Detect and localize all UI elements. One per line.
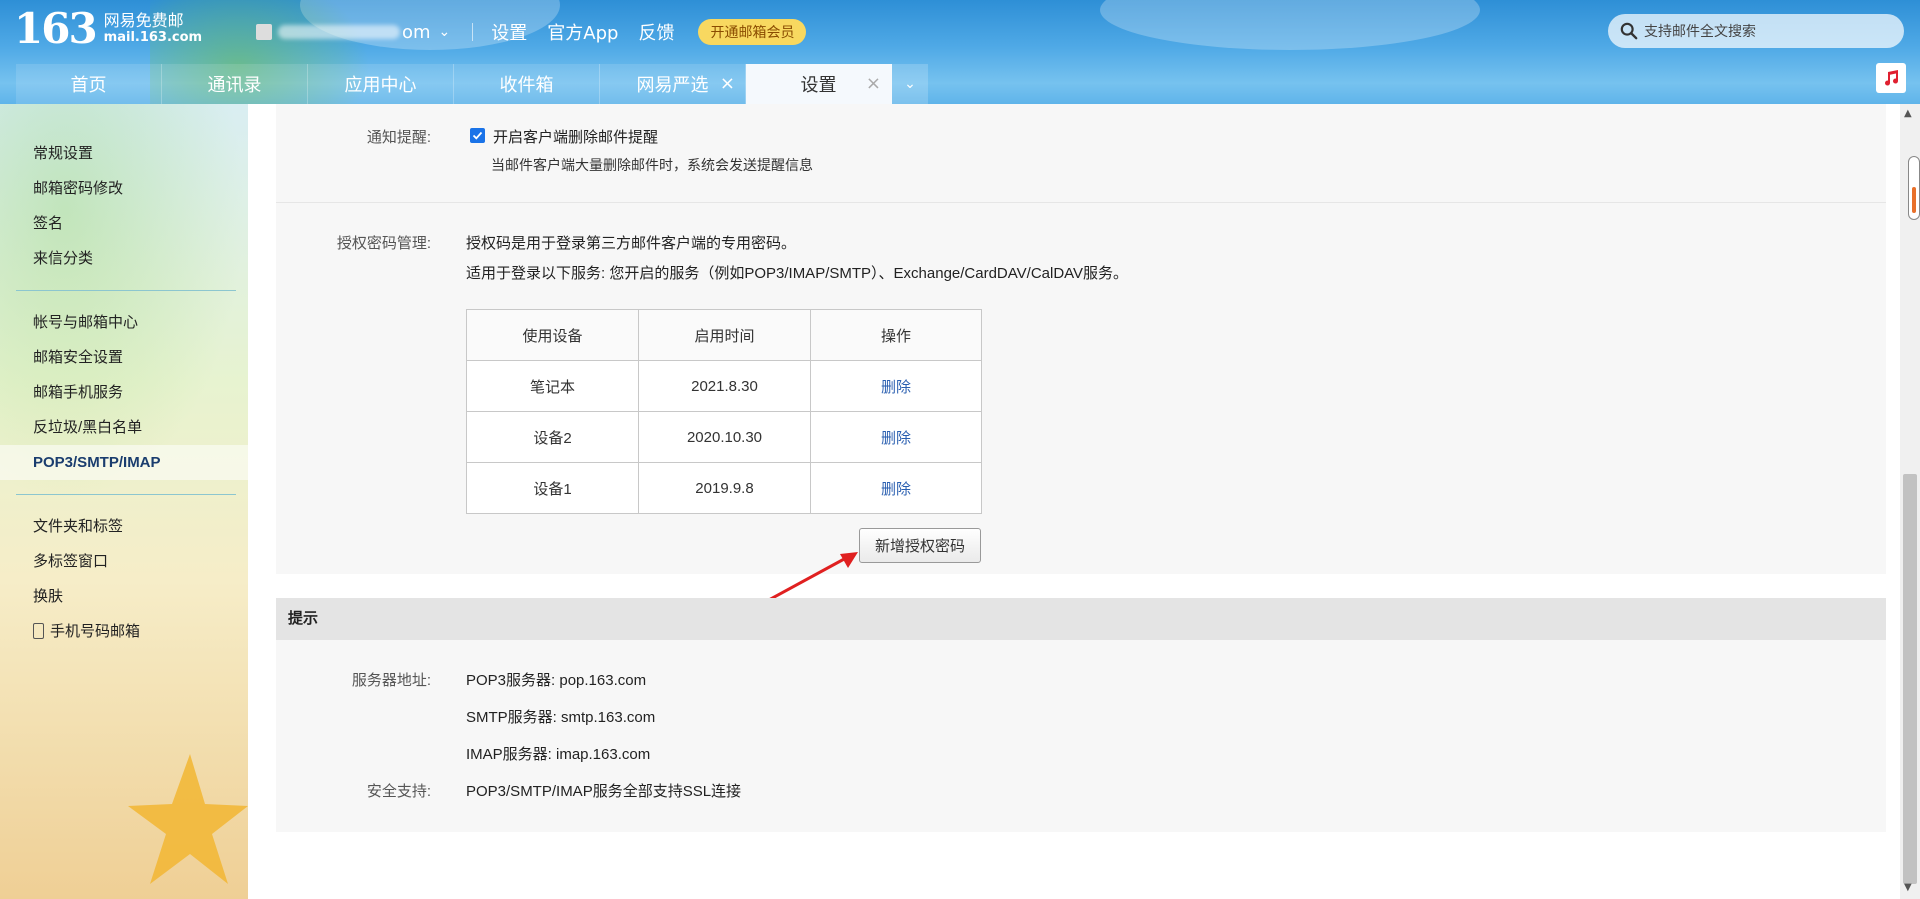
tab-settings[interactable]: 设置 × — [746, 64, 892, 104]
tab-bar: 首页 通讯录 应用中心 收件箱 网易严选 × 设置 × ⌄ — [16, 64, 928, 104]
music-icon[interactable] — [1876, 63, 1906, 93]
smtp-server: SMTP服务器: smtp.163.com — [466, 709, 656, 726]
sidebar-item-multi-tab[interactable]: 多标签窗口 — [0, 544, 248, 579]
scroll-up-icon[interactable]: ▲ — [1904, 108, 1912, 119]
top-header: 163 网易免费邮 mail.163.com om ⌄ 设置 官方App 反馈 … — [0, 0, 1920, 104]
table-header-row: 使用设备 启用时间 操作 — [466, 309, 982, 361]
tab-more-chevron-icon[interactable]: ⌄ — [892, 64, 928, 104]
col-action: 操作 — [810, 309, 982, 361]
table-row: 设备2 2020.10.30 删除 — [466, 411, 982, 463]
search-input[interactable] — [1644, 23, 1884, 39]
header-link-feedback[interactable]: 反馈 — [638, 19, 674, 45]
sidebar-item-account-center[interactable]: 帐号与邮箱中心 — [0, 305, 248, 340]
imap-server: IMAP服务器: imap.163.com — [466, 746, 651, 763]
enable-date: 2019.9.8 — [638, 462, 811, 514]
col-date: 启用时间 — [638, 309, 811, 361]
tab-inbox[interactable]: 收件箱 — [454, 64, 600, 104]
delete-link[interactable]: 删除 — [810, 360, 982, 412]
logo-number: 163 — [14, 4, 98, 53]
account-avatar-icon — [256, 24, 272, 40]
tab-apps[interactable]: 应用中心 — [308, 64, 454, 104]
vertical-scrollbar[interactable]: ▲ ▼ — [1900, 104, 1920, 899]
sidebar-item-signature[interactable]: 签名 — [0, 206, 248, 241]
delete-link[interactable]: 删除 — [810, 411, 982, 463]
sidebar-divider — [16, 290, 236, 291]
account-suffix: om — [402, 21, 431, 43]
sidebar-item-antispam[interactable]: 反垃圾/黑白名单 — [0, 410, 248, 445]
sidebar-item-general[interactable]: 常规设置 — [0, 136, 248, 171]
auth-desc-1: 授权码是用于登录第三方邮件客户端的专用密码。 — [466, 235, 797, 252]
vip-button[interactable]: 开通邮箱会员 — [698, 19, 807, 45]
tab-contacts[interactable]: 通讯录 — [162, 64, 308, 104]
scrollbar-thumb[interactable] — [1903, 474, 1917, 884]
sidebar-item-filters[interactable]: 来信分类 — [0, 241, 248, 276]
server-address-label: 服务器地址: — [351, 672, 431, 689]
sidebar-item-password[interactable]: 邮箱密码修改 — [0, 171, 248, 206]
sidebar-item-folders-tags[interactable]: 文件夹和标签 — [0, 509, 248, 544]
sidebar-item-phone-mailbox[interactable]: 手机号码邮箱 — [0, 614, 248, 649]
header-link-app[interactable]: 官方App — [547, 19, 618, 45]
notify-hint: 当邮件客户端大量删除邮件时，系统会发送提醒信息 — [491, 157, 813, 173]
pop3-server: POP3服务器: pop.163.com — [466, 672, 647, 689]
security-label: 安全支持: — [366, 783, 431, 800]
section-divider — [276, 202, 1886, 203]
tab-yanxuan[interactable]: 网易严选 × — [600, 64, 746, 104]
account-bar: om ⌄ 设置 官方App 反馈 开通邮箱会员 — [256, 19, 807, 45]
close-icon[interactable]: × — [866, 73, 881, 94]
col-device: 使用设备 — [466, 309, 639, 361]
table-row: 笔记本 2021.8.30 删除 — [466, 360, 982, 412]
side-progress-widget[interactable] — [1908, 156, 1920, 220]
notify-checkbox[interactable] — [470, 128, 485, 143]
sidebar-item-pop3-smtp-imap[interactable]: POP3/SMTP/IMAP — [0, 445, 248, 480]
logo-domain: mail.163.com — [103, 29, 203, 45]
search-box[interactable] — [1608, 14, 1904, 48]
device-name: 笔记本 — [466, 360, 639, 412]
sidebar-divider — [16, 494, 236, 495]
settings-content: 通知提醒: 开启客户端删除邮件提醒 当邮件客户端大量删除邮件时，系统会发送提醒信… — [248, 104, 1900, 899]
device-name: 设备2 — [466, 411, 639, 463]
auth-desc-2: 适用于登录以下服务: 您开启的服务（例如POP3/IMAP/SMTP）、Exch… — [466, 265, 1129, 282]
enable-date: 2021.8.30 — [638, 360, 811, 412]
scroll-down-icon[interactable]: ▼ — [1904, 882, 1912, 893]
header-divider — [472, 23, 474, 41]
enable-date: 2020.10.30 — [638, 411, 811, 463]
notify-checkbox-label[interactable]: 开启客户端删除邮件提醒 — [493, 126, 658, 147]
logo[interactable]: 163 网易免费邮 mail.163.com — [14, 8, 202, 50]
auth-device-table: 使用设备 启用时间 操作 笔记本 2021.8.30 删除 设备2 2020.1… — [466, 309, 982, 514]
logo-cn: 网易免费邮 — [103, 11, 184, 31]
phone-icon — [33, 623, 44, 639]
starfish-decoration-icon — [128, 754, 248, 884]
table-row: 设备1 2019.9.8 删除 — [466, 462, 982, 514]
chevron-down-icon[interactable]: ⌄ — [439, 24, 451, 40]
account-name-redacted[interactable] — [278, 25, 400, 39]
security-text: POP3/SMTP/IMAP服务全部支持SSL连接 — [466, 783, 742, 800]
search-icon — [1620, 22, 1638, 40]
sidebar-item-mobile-service[interactable]: 邮箱手机服务 — [0, 375, 248, 410]
sidebar-item-skin[interactable]: 换肤 — [0, 579, 248, 614]
close-icon[interactable]: × — [720, 73, 735, 94]
delete-link[interactable]: 删除 — [810, 462, 982, 514]
tips-header: 提示 — [276, 598, 1886, 640]
notify-label: 通知提醒: — [366, 129, 431, 146]
header-link-settings[interactable]: 设置 — [491, 19, 527, 45]
tab-home[interactable]: 首页 — [16, 64, 162, 104]
device-name: 设备1 — [466, 462, 639, 514]
auth-label: 授权密码管理: — [336, 235, 431, 252]
settings-sidebar: 常规设置 邮箱密码修改 签名 来信分类 帐号与邮箱中心 邮箱安全设置 邮箱手机服… — [0, 104, 248, 899]
add-auth-code-button[interactable]: 新增授权密码 — [859, 528, 981, 563]
sidebar-item-security[interactable]: 邮箱安全设置 — [0, 340, 248, 375]
